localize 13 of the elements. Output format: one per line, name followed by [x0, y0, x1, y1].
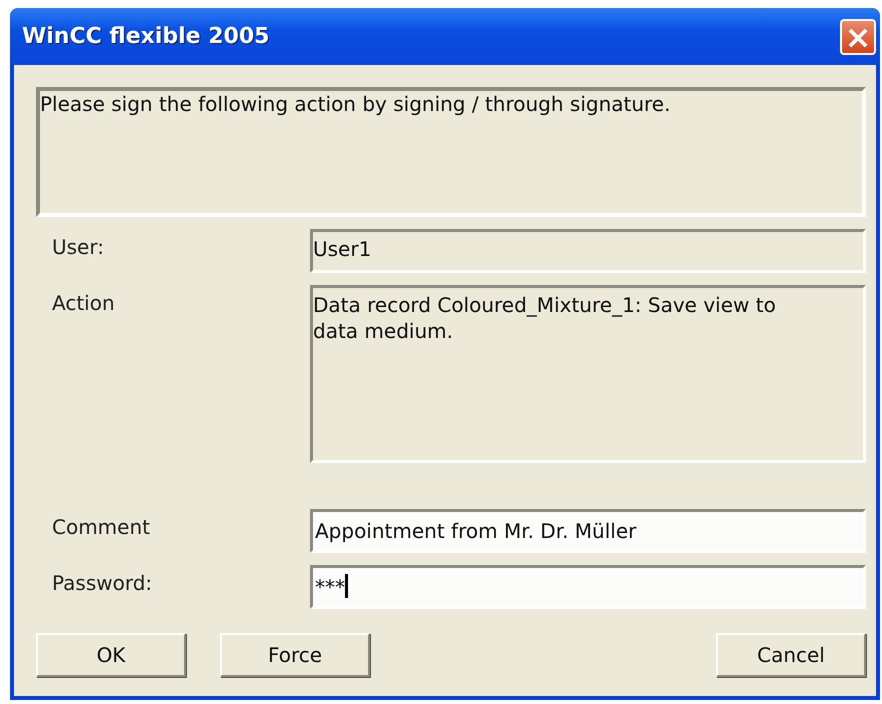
field-label: Password: [51, 570, 154, 595]
readonly-field: User1 [310, 229, 866, 273]
field-label: Comment [51, 514, 151, 539]
input-field[interactable]: Appointment from Mr. Dr. Müller [310, 509, 866, 553]
window-title: WinCC flexible 2005 [22, 24, 270, 49]
dialog-button[interactable]: Force [220, 633, 370, 677]
field-label: Action [51, 290, 116, 315]
readonly-field: Data record Coloured_Mixture_1: Save view to data medium. [310, 285, 866, 463]
input-field[interactable]: *** [310, 565, 866, 609]
dialog-button[interactable]: OK [36, 633, 186, 677]
field-label: User: [51, 234, 105, 259]
message-box: Please sign the following action by signing / through signature. [36, 87, 866, 217]
dialog-button[interactable]: Cancel [716, 633, 866, 677]
